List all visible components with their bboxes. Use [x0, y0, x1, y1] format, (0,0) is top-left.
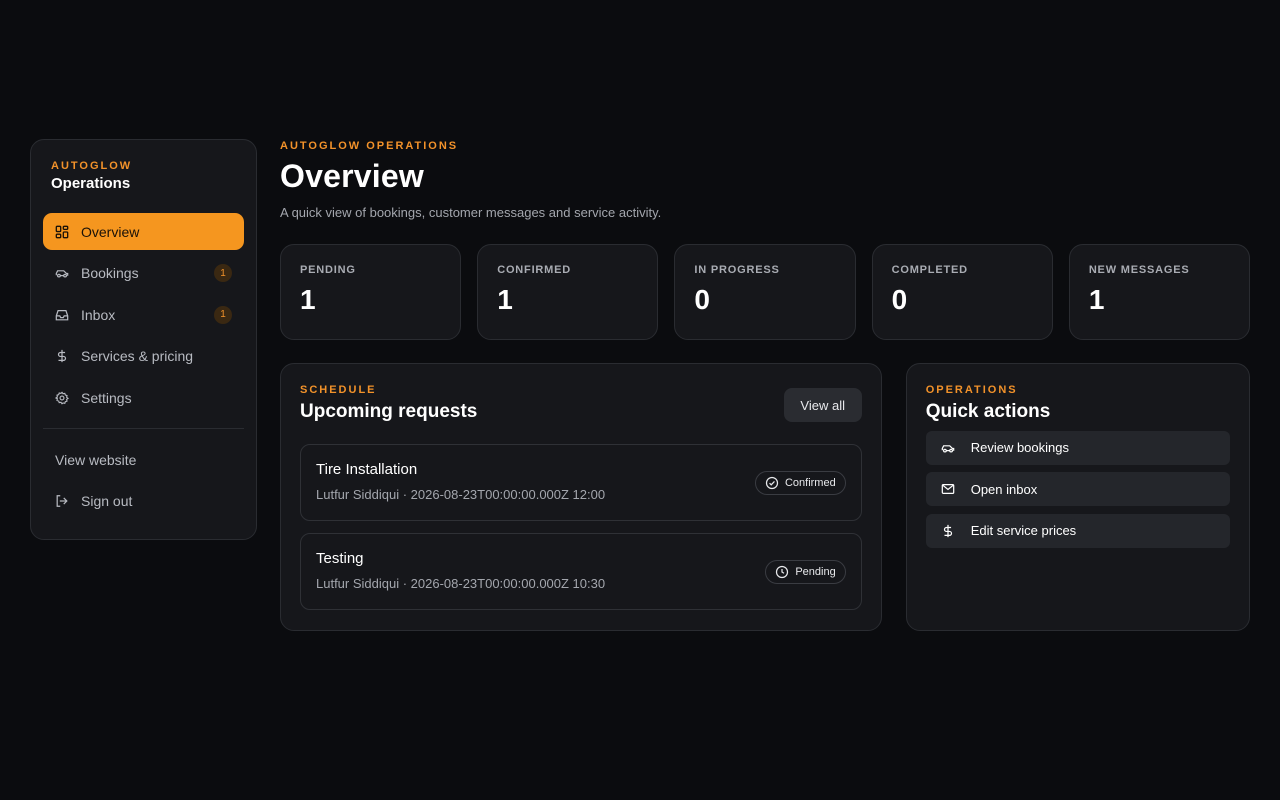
- sign-out-label: Sign out: [81, 493, 133, 509]
- inbox-icon: [55, 308, 69, 322]
- content-row: SCHEDULE Upcoming requests View all Tire…: [280, 363, 1250, 631]
- dollar-icon: [55, 349, 69, 363]
- main-content: AUTOGLOW OPERATIONS Overview A quick vie…: [280, 140, 1251, 631]
- request-item[interactable]: Testing Lutfur Siddiqui · 2026-08-23T00:…: [300, 533, 862, 610]
- stat-label: IN PROGRESS: [694, 264, 780, 276]
- stat-label: NEW MESSAGES: [1088, 264, 1190, 276]
- status-label: Confirmed: [784, 477, 836, 489]
- stat-label: CONFIRMED: [497, 264, 572, 276]
- sidebar-item-label: Services & pricing: [81, 348, 194, 364]
- car-icon: [55, 266, 69, 280]
- open-inbox-button[interactable]: Open inbox: [925, 472, 1230, 506]
- stat-card-pending: PENDING 1: [280, 244, 462, 340]
- brand-title: Operations: [51, 175, 131, 192]
- page-kicker: AUTOGLOW OPERATIONS: [280, 140, 459, 152]
- grid-icon: [55, 225, 69, 239]
- stat-label: PENDING: [300, 264, 356, 276]
- stat-value: 0: [694, 284, 710, 315]
- inbox-count-badge: 1: [214, 305, 232, 324]
- sidebar-item-label: Bookings: [81, 265, 139, 281]
- sidebar-item-label: Settings: [81, 389, 132, 406]
- gear-icon: [55, 390, 69, 405]
- stat-value: 0: [891, 284, 908, 315]
- action-label: Review bookings: [970, 440, 1069, 455]
- sign-out-button[interactable]: Sign out: [43, 483, 244, 520]
- mail-icon: [941, 482, 955, 496]
- dollar-icon: [941, 524, 955, 538]
- actions-title: Quick actions: [925, 401, 1051, 422]
- stat-value: 1: [497, 284, 513, 315]
- stats-row: PENDING 1 CONFIRMED 1 IN PROGRESS 0 COMP…: [280, 244, 1251, 340]
- stat-card-completed: COMPLETED 0: [871, 244, 1053, 340]
- stat-value: 1: [1088, 284, 1105, 315]
- clock-icon: [775, 565, 789, 579]
- check-circle-icon: [765, 476, 779, 490]
- actions-kicker: OPERATIONS: [925, 384, 1018, 396]
- page-title: Overview: [280, 158, 424, 194]
- sidebar-item-services-pricing[interactable]: Services & pricing: [43, 338, 244, 375]
- action-label: Edit service prices: [970, 523, 1077, 538]
- status-label: Pending: [795, 566, 836, 578]
- sidebar-item-inbox[interactable]: Inbox 1: [43, 296, 244, 333]
- quick-actions-card: OPERATIONS Quick actions Review bookings…: [905, 363, 1250, 631]
- sidebar: AUTOGLOW Operations Overview Bookings 1 …: [30, 139, 257, 540]
- sign-out-icon: [55, 494, 69, 508]
- stat-value: 1: [300, 284, 316, 315]
- status-badge: Pending: [765, 560, 846, 584]
- stat-card-confirmed: CONFIRMED 1: [477, 244, 659, 340]
- request-item[interactable]: Tire Installation Lutfur Siddiqui · 2026…: [300, 444, 862, 521]
- sidebar-item-overview[interactable]: Overview: [43, 213, 244, 250]
- bookings-count-badge: 1: [214, 264, 232, 282]
- stat-card-in-progress: IN PROGRESS 0: [674, 244, 856, 340]
- status-badge: Confirmed: [754, 471, 846, 495]
- view-website-label: View website: [55, 451, 137, 468]
- schedule-kicker: SCHEDULE: [300, 384, 377, 396]
- page-subtitle: A quick view of bookings, customer messa…: [280, 205, 662, 220]
- sidebar-item-label: Overview: [81, 223, 140, 240]
- brand-kicker: AUTOGLOW: [51, 160, 133, 172]
- stat-card-new-messages: NEW MESSAGES 1: [1068, 244, 1251, 340]
- edit-service-prices-button[interactable]: Edit service prices: [925, 513, 1230, 548]
- action-label: Open inbox: [970, 481, 1038, 497]
- car-icon: [941, 441, 955, 455]
- sidebar-item-settings[interactable]: Settings: [43, 379, 244, 416]
- upcoming-requests-card: SCHEDULE Upcoming requests View all Tire…: [280, 363, 882, 631]
- sidebar-item-bookings[interactable]: Bookings 1: [43, 255, 244, 292]
- view-all-button[interactable]: View all: [783, 388, 862, 422]
- schedule-title: Upcoming requests: [300, 401, 478, 422]
- stat-label: COMPLETED: [891, 264, 968, 276]
- view-website-link[interactable]: View website: [43, 441, 244, 478]
- sidebar-item-label: Inbox: [81, 306, 116, 323]
- review-bookings-button[interactable]: Review bookings: [925, 430, 1230, 465]
- sidebar-divider: [43, 428, 244, 429]
